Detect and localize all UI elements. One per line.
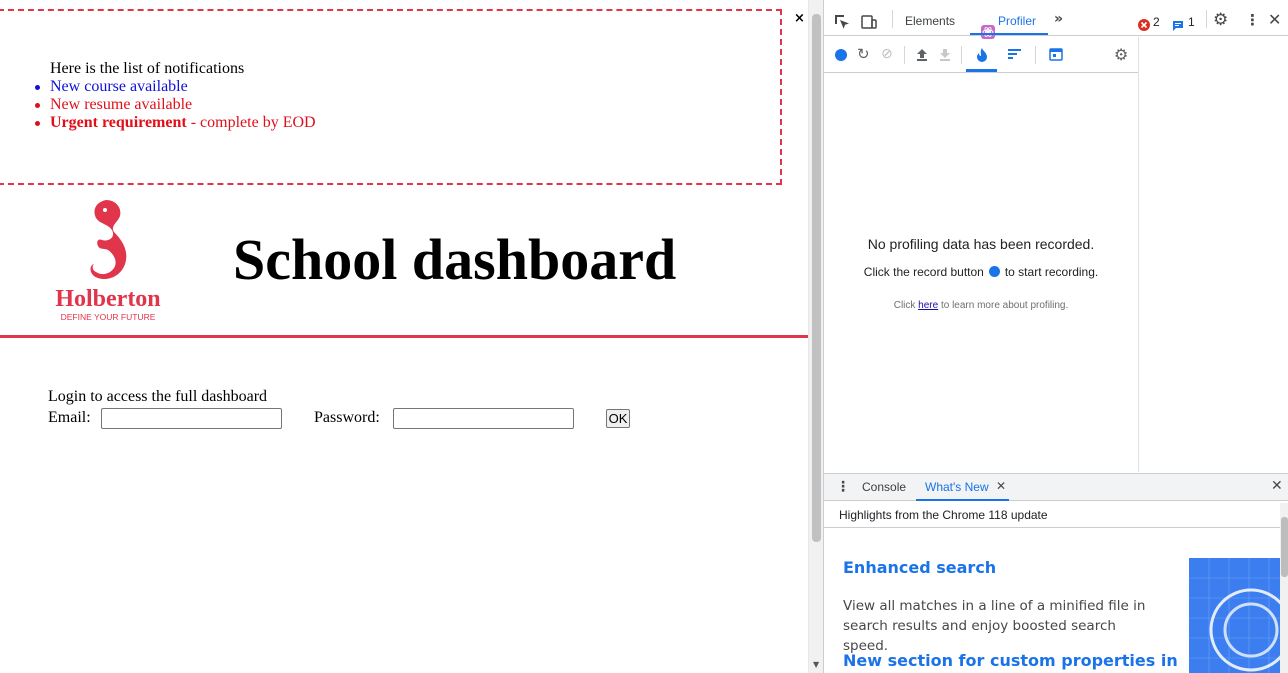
- login-submit-button[interactable]: OK: [606, 409, 630, 428]
- settings-gear-icon[interactable]: ⚙: [1213, 10, 1228, 30]
- page-scrollbar-thumb[interactable]: [812, 14, 821, 542]
- active-view-indicator: [966, 69, 997, 72]
- devtools-tabbar: Elements Profiler » 2 1 ⚙ ⋮ ✕: [824, 0, 1288, 39]
- tab-profiler[interactable]: Profiler: [998, 0, 1036, 36]
- notifications-title: Here is the list of notifications: [50, 60, 245, 77]
- load-profile-icon[interactable]: [915, 48, 929, 62]
- drawer-tab-console[interactable]: Console: [862, 474, 906, 501]
- close-tab-icon[interactable]: ✕: [996, 479, 1006, 493]
- whats-new-scrollbar-thumb[interactable]: [1281, 517, 1288, 577]
- more-options-icon[interactable]: ⋮: [1245, 11, 1260, 29]
- email-label: Email:: [48, 409, 91, 426]
- learn-more-hint: Click here to learn more about profiling…: [893, 300, 1069, 311]
- drawer-menu-icon[interactable]: ⋮: [836, 479, 850, 495]
- ranked-chart-icon[interactable]: [1008, 48, 1022, 60]
- feature-title-link[interactable]: New section for custom properties in: [843, 651, 1178, 670]
- active-tab-indicator: [970, 33, 1048, 35]
- profiler-settings-icon[interactable]: ⚙: [1114, 45, 1128, 64]
- active-drawer-tab-indicator: [916, 499, 1009, 501]
- page-viewport: × Here is the list of notifications New …: [0, 0, 808, 673]
- devtools-panel: Elements Profiler » 2 1 ⚙ ⋮ ✕ ↻ ⊘ ⚙ No p…: [823, 0, 1288, 673]
- flamegraph-icon[interactable]: [975, 47, 989, 62]
- tab-elements[interactable]: Elements: [905, 0, 955, 36]
- notification-item[interactable]: New course available: [35, 78, 316, 96]
- timeline-calendar-icon[interactable]: [1049, 47, 1063, 61]
- whats-new-scrollbar[interactable]: [1280, 503, 1288, 673]
- reload-and-profile-icon[interactable]: ↻: [857, 45, 870, 63]
- page-scrollbar[interactable]: ▼: [808, 0, 823, 673]
- notifications-list: New course available New resume availabl…: [35, 78, 316, 132]
- feature-illustration: [1189, 558, 1281, 673]
- error-count[interactable]: 2: [1153, 15, 1160, 29]
- drawer-tab-whats-new[interactable]: What's New: [925, 474, 989, 501]
- message-count[interactable]: 1: [1188, 15, 1195, 29]
- close-drawer-icon[interactable]: ✕: [1271, 478, 1283, 494]
- feature-description: View all matches in a line of a minified…: [843, 598, 1146, 654]
- record-dot-icon: [988, 266, 1000, 277]
- header-divider: [0, 335, 808, 338]
- clear-icon[interactable]: ⊘: [881, 46, 893, 62]
- password-label: Password:: [314, 409, 380, 426]
- error-icon[interactable]: [1138, 16, 1150, 35]
- toolbar-separator: [961, 46, 962, 64]
- close-devtools-icon[interactable]: ✕: [1268, 10, 1281, 29]
- no-profiling-data-title: No profiling data has been recorded.: [867, 236, 1095, 252]
- notification-item-urgent[interactable]: Urgent requirement - complete by EOD: [35, 114, 316, 132]
- urgent-detail: - complete by EOD: [186, 114, 316, 131]
- seahorse-icon: [90, 200, 127, 280]
- whats-new-content: Enhanced search View all matches in a li…: [824, 528, 1288, 673]
- learn-more-link[interactable]: here: [918, 300, 938, 311]
- svg-text:DEFINE YOUR FUTURE: DEFINE YOUR FUTURE: [61, 312, 156, 322]
- whats-new-header: Highlights from the Chrome 118 update: [824, 502, 1288, 528]
- notification-text: New resume available: [50, 96, 193, 113]
- close-notifications-button[interactable]: ×: [794, 11, 805, 27]
- login-intro: Login to access the full dashboard: [48, 388, 268, 405]
- save-profile-icon[interactable]: [938, 48, 952, 62]
- scroll-down-arrow-icon[interactable]: ▼: [813, 660, 819, 669]
- device-toolbar-icon[interactable]: [861, 14, 877, 30]
- inspect-element-icon[interactable]: [834, 14, 850, 30]
- urgent-label: Urgent requirement: [50, 114, 187, 131]
- record-button-icon[interactable]: [835, 49, 847, 61]
- page-title: School dashboard: [233, 227, 677, 292]
- toolbar-separator: [1035, 46, 1036, 64]
- chevron-double-right-icon[interactable]: »: [1054, 11, 1063, 27]
- toolbar-separator: [904, 46, 905, 64]
- email-field[interactable]: [101, 408, 282, 429]
- holberton-logo: Holberton DEFINE YOUR FUTURE: [55, 200, 161, 322]
- message-icon[interactable]: [1172, 17, 1184, 36]
- feature-title-link[interactable]: Enhanced search: [843, 558, 996, 577]
- record-hint: Click the record button to start recordin…: [863, 265, 1099, 279]
- svg-text:Holberton: Holberton: [55, 286, 160, 312]
- notification-text: New course available: [50, 78, 188, 95]
- drawer-tabbar: ⋮ Console What's New ✕ ✕: [824, 473, 1288, 501]
- profiler-side-panel: [1138, 37, 1288, 472]
- password-field[interactable]: [393, 408, 574, 429]
- notification-item[interactable]: New resume available: [35, 96, 316, 114]
